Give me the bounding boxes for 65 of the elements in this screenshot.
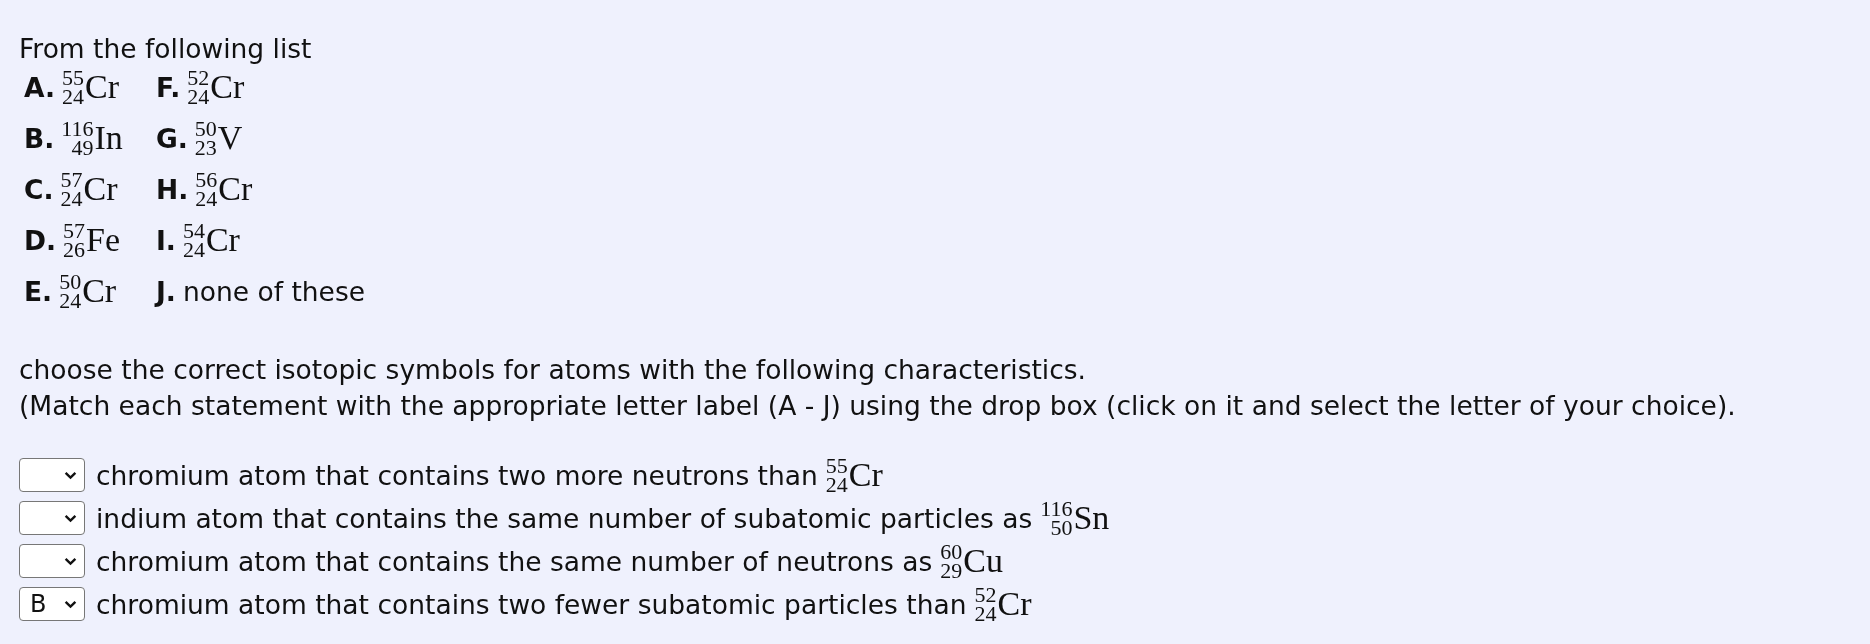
answer-dropdown[interactable]: B (19, 587, 85, 621)
instruction-text: choose the correct isotopic symbols for atoms with the following characteristics. (19, 353, 1088, 387)
answer-dropdown[interactable] (19, 544, 85, 578)
element-symbol: Sn (1073, 500, 1110, 536)
mass-number: 116 (1040, 499, 1073, 518)
option-letter: J. (156, 275, 176, 307)
mass-number: 50 (59, 272, 82, 291)
mass-number: 52 (974, 585, 997, 604)
atomic-number: 24 (195, 189, 218, 208)
mass-number: 60 (940, 542, 963, 561)
statement-text: chromium atom that contains the same number of neutrons as (96, 545, 933, 577)
mass-number: 50 (194, 119, 217, 138)
element-symbol: V (217, 120, 243, 156)
element-symbol: Cr (83, 171, 118, 207)
instruction-text: (Match each statement with the appropriate letter label (A - J) using the drop box (click on it and select the letter of your choice). (19, 389, 1737, 423)
atomic-number: 24 (182, 240, 205, 259)
intro-text: From the following list (19, 34, 313, 64)
element-symbol: Cr (210, 69, 245, 105)
option-letter: E. (24, 275, 53, 307)
element-symbol: Cr (82, 273, 117, 309)
chevron-down-icon (64, 470, 77, 480)
chevron-down-icon (64, 513, 77, 523)
mass-number: 55 (825, 456, 848, 475)
mass-number: 116 (61, 119, 94, 138)
element-symbol: Cr (848, 457, 883, 493)
option-letter: G. (156, 122, 188, 154)
option-text: none of these (182, 275, 366, 307)
chevron-down-icon (64, 556, 77, 566)
statement-text: chromium atom that contains two more neutrons than (96, 459, 818, 491)
atomic-number: 24 (62, 87, 85, 106)
mass-number: 57 (60, 170, 83, 189)
element-symbol: Cr (997, 586, 1032, 622)
atomic-number: 26 (63, 240, 86, 259)
chevron-down-icon (64, 599, 77, 609)
option-letter: H. (156, 173, 189, 205)
atomic-number: 24 (187, 87, 210, 106)
option-letter: B. (24, 122, 55, 154)
atomic-number: 24 (59, 291, 82, 310)
atomic-number: 49 (71, 138, 94, 157)
option-letter: C. (24, 173, 54, 205)
mass-number: 56 (195, 170, 218, 189)
element-symbol: Cu (963, 543, 1003, 579)
element-symbol: Cr (218, 171, 253, 207)
statement-text: chromium atom that contains two fewer subatomic particles than (96, 588, 967, 620)
mass-number: 52 (187, 68, 210, 87)
mass-number: 55 (62, 68, 85, 87)
option-letter: A. (24, 71, 56, 103)
statement-text: indium atom that contains the same number of subatomic particles as (96, 502, 1033, 534)
atomic-number: 23 (194, 138, 217, 157)
atomic-number: 24 (974, 604, 997, 623)
option-letter: F. (156, 71, 181, 103)
atomic-number: 24 (825, 475, 848, 494)
atomic-number: 29 (940, 561, 963, 580)
atomic-number: 50 (1050, 518, 1073, 537)
answer-dropdown[interactable] (19, 458, 85, 492)
element-symbol: Cr (205, 222, 240, 258)
mass-number: 57 (63, 221, 86, 240)
element-symbol: Fe (86, 222, 121, 258)
option-letter: I. (156, 224, 176, 256)
mass-number: 54 (182, 221, 205, 240)
answer-dropdown[interactable] (19, 501, 85, 535)
atomic-number: 24 (60, 189, 83, 208)
element-symbol: Cr (85, 69, 120, 105)
element-symbol: In (94, 120, 123, 156)
option-letter: D. (24, 224, 57, 256)
